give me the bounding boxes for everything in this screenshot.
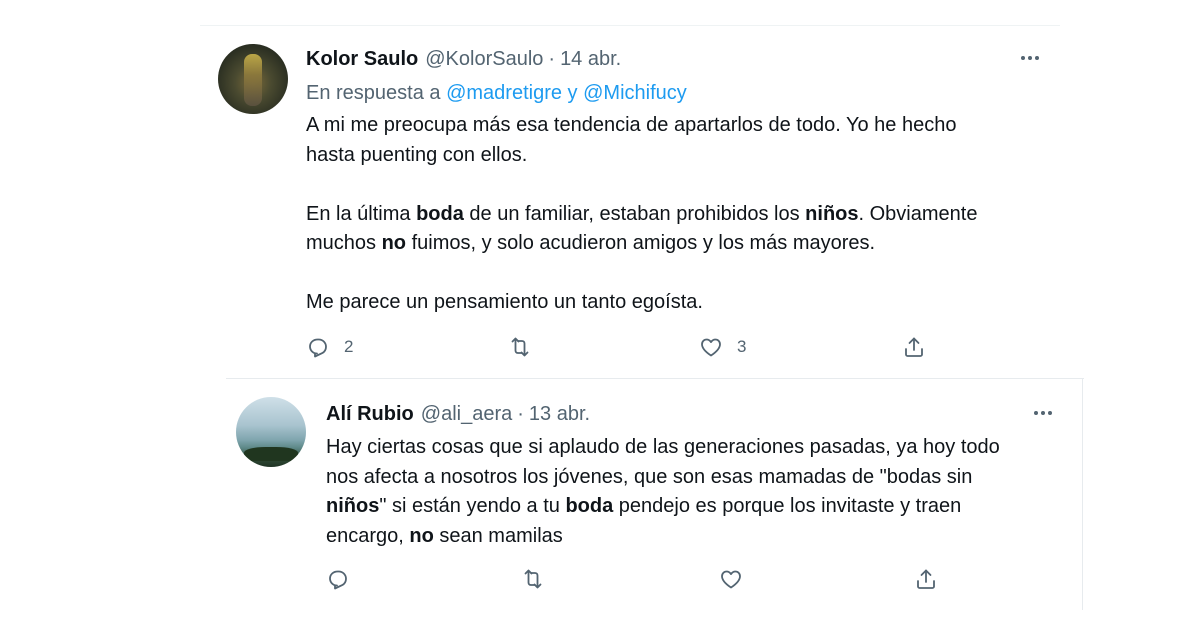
avatar[interactable]	[218, 44, 288, 114]
share-button[interactable]	[914, 565, 938, 593]
reply-prefix: En respuesta a	[306, 82, 441, 104]
text-fragment: muchos	[306, 232, 382, 254]
reply-mentions-link[interactable]: @madretigre y @Michifucy	[446, 82, 687, 104]
highlight-no: no	[381, 232, 407, 254]
text-fragment: . Obviamente	[858, 202, 978, 225]
separator-dot: ·	[548, 47, 556, 70]
reply-context: En respuesta a @madretigre y @Michifucy	[306, 78, 1046, 108]
reply-icon	[309, 338, 327, 358]
tweet-content: Alí Rubio @ali_aera · 13 abr. Hay cierta…	[326, 395, 1056, 551]
tweet-header: Kolor Saulo @KolorSaulo · 14 abr.	[306, 40, 1046, 78]
tweet-text-line: hasta puenting con ellos.	[306, 143, 528, 166]
tweet-text-line: encargo, no sean mamilas	[326, 522, 1056, 552]
share-icon	[905, 337, 923, 357]
tweet-text-line: niños" si están yendo a tu boda pendejo …	[326, 492, 1056, 522]
share-button[interactable]	[902, 333, 926, 361]
avatar-figure	[244, 54, 262, 106]
tweet-header: Alí Rubio @ali_aera · 13 abr.	[326, 395, 1056, 433]
heart-icon	[721, 570, 741, 589]
avatar-trees	[244, 447, 298, 461]
tweet-date[interactable]: 13 abr.	[529, 403, 590, 426]
text-fragment: " si están yendo a tu	[379, 495, 566, 517]
reply-button[interactable]	[326, 565, 364, 593]
retweet-button[interactable]	[521, 565, 559, 593]
avatar[interactable]	[236, 397, 306, 467]
text-fragment: fuimos, y solo acudieron amigos y los má…	[406, 232, 876, 254]
reply-icon	[329, 570, 347, 590]
tweet-text-line: A mi me preocupa más esa tendencia de ap…	[306, 114, 957, 136]
tweet-text-line: Hay ciertas cosas que si aplaudo de las …	[326, 436, 1000, 458]
reply-button[interactable]: 2	[306, 333, 353, 361]
tweet-text-line: Me parece un pensamiento un tanto egoíst…	[306, 291, 703, 313]
more-horizontal-icon	[1021, 56, 1039, 60]
retweet-button[interactable]	[508, 333, 546, 361]
heart-icon	[701, 338, 721, 357]
highlight-no: no	[409, 524, 434, 547]
retweet-icon	[511, 337, 529, 357]
like-button[interactable]	[719, 565, 757, 593]
like-count: 3	[737, 337, 747, 356]
author-name[interactable]: Alí Rubio	[326, 403, 414, 426]
author-name[interactable]: Kolor Saulo	[306, 48, 418, 71]
top-divider	[200, 25, 1060, 26]
highlight-ninos: niños	[805, 202, 859, 225]
text-fragment: sean mamilas	[433, 524, 563, 547]
more-options-button[interactable]	[1018, 46, 1042, 70]
tweet-text-line: En la última boda de un familiar, estaba…	[306, 200, 1046, 230]
share-icon	[917, 569, 935, 589]
tweet-text: A mi me preocupa más esa tendencia de ap…	[306, 111, 1046, 318]
tweet-text: Hay ciertas cosas que si aplaudo de las …	[326, 433, 1056, 551]
highlight-boda: boda	[565, 495, 614, 517]
text-fragment: En la última	[306, 202, 417, 225]
reply-border	[1082, 378, 1083, 610]
like-button[interactable]: 3	[699, 333, 746, 361]
tweet-text-line: nos afecta a nosotros los jóvenes, que s…	[326, 465, 973, 488]
more-options-button[interactable]	[1031, 401, 1055, 425]
text-fragment: encargo,	[326, 524, 410, 547]
separator-dot: ·	[517, 402, 524, 425]
text-fragment: de un familiar, estaban prohibidos los	[463, 202, 806, 225]
tweet-text-line: muchos no fuimos, y solo acudieron amigo…	[306, 229, 1046, 259]
text-fragment: pendejo es porque los invitaste y traen	[613, 495, 962, 517]
tweet-date[interactable]: 14 abr.	[560, 48, 621, 71]
author-handle[interactable]: @KolorSaulo	[425, 48, 543, 71]
reply-count: 2	[344, 337, 354, 356]
highlight-boda: boda	[416, 202, 464, 225]
author-handle[interactable]: @ali_aera	[421, 403, 512, 426]
tweet-content: Kolor Saulo @KolorSaulo · 14 abr. En res…	[306, 40, 1046, 318]
retweet-icon	[524, 569, 542, 589]
more-horizontal-icon	[1034, 411, 1052, 415]
highlight-ninos: niños	[326, 495, 380, 517]
reply-separator	[226, 378, 1084, 379]
